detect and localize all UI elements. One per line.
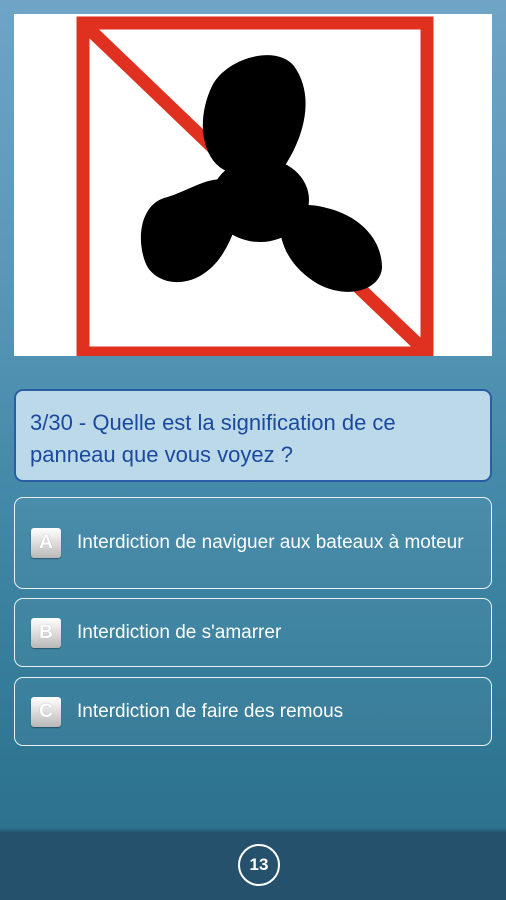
no-propeller-sign-icon	[76, 16, 434, 356]
question-counter-badge[interactable]: 13	[238, 844, 280, 886]
propeller-icon	[140, 55, 382, 292]
answer-option-a[interactable]: A Interdiction de naviguer aux bateaux à…	[14, 497, 492, 589]
question-box: 3/30 - Quelle est la signification de ce…	[14, 389, 492, 482]
answer-text: Interdiction de faire des remous	[77, 700, 344, 722]
answer-option-b[interactable]: B Interdiction de s'amarrer	[14, 598, 492, 667]
question-text: 3/30 - Quelle est la signification de ce…	[30, 410, 396, 467]
sign-image	[14, 14, 492, 356]
answer-option-c[interactable]: C Interdiction de faire des remous	[14, 677, 492, 746]
answer-letter-badge: B	[31, 617, 61, 648]
answer-letter-badge: A	[31, 528, 61, 558]
answer-letter-badge: C	[31, 696, 61, 727]
bottom-bar-shadow	[0, 828, 506, 832]
answer-text: Interdiction de naviguer aux bateaux à m…	[77, 532, 464, 553]
answer-text: Interdiction de s'amarrer	[77, 621, 282, 643]
bottom-bar: 13	[0, 828, 506, 900]
